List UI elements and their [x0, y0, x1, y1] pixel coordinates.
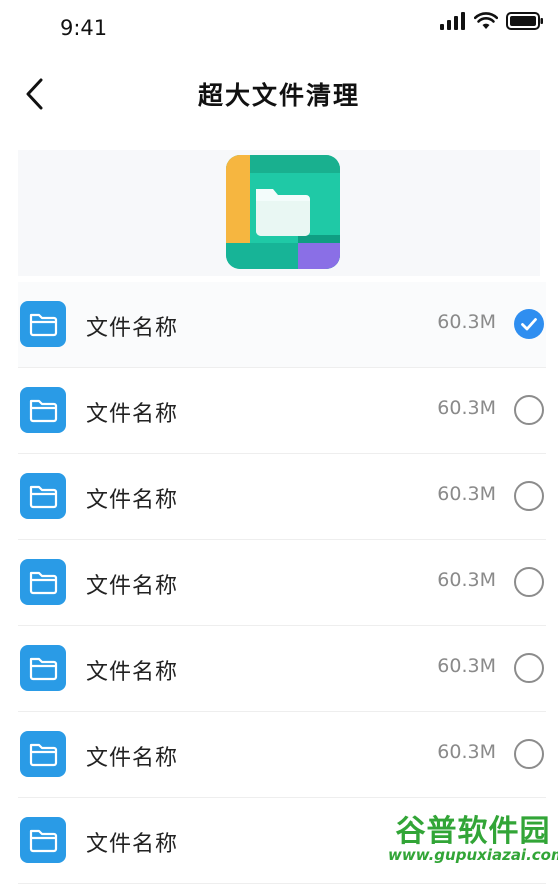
file-row[interactable]: 文件名称 60.3M: [18, 626, 546, 712]
unchecked-icon[interactable]: [514, 653, 544, 683]
file-name: 文件名称: [86, 402, 179, 427]
unchecked-icon[interactable]: [514, 739, 544, 769]
status-time: 9:41: [60, 16, 108, 40]
nav-bar: 超大文件清理: [0, 62, 558, 126]
file-name: 文件名称: [86, 488, 179, 513]
folder-icon: [20, 387, 66, 433]
file-list: 文件名称 60.3M 文件名称 60.3M 文件名称 60.3M 文件名称 60…: [0, 282, 558, 884]
file-name: 文件名称: [86, 574, 179, 599]
file-row[interactable]: 文件名称 60.3M: [18, 368, 546, 454]
unchecked-icon[interactable]: [514, 395, 544, 425]
status-bar: 9:41: [0, 0, 558, 56]
watermark-title: 谷普软件园: [395, 814, 551, 849]
file-name: 文件名称: [86, 746, 179, 771]
checked-icon[interactable]: [514, 309, 544, 339]
folder-icon: [20, 817, 66, 863]
file-size: 60.3M: [437, 483, 496, 505]
file-row[interactable]: 文件名称 60.3M: [18, 454, 546, 540]
file-size: 60.3M: [437, 655, 496, 677]
file-size: 60.3M: [437, 569, 496, 591]
unchecked-icon[interactable]: [514, 567, 544, 597]
folder-icon: [20, 473, 66, 519]
folder-app-icon: [226, 155, 340, 269]
watermark: 谷普软件园 www.gupuxiazai.com: [388, 802, 558, 872]
watermark-url: www.gupuxiazai.com: [388, 846, 558, 864]
hero-banner: [18, 150, 540, 276]
file-row[interactable]: 文件名称 60.3M: [18, 282, 546, 368]
file-size: 60.3M: [437, 397, 496, 419]
battery-icon: [506, 12, 543, 30]
file-name: 文件名称: [86, 316, 179, 341]
page-title: 超大文件清理: [197, 81, 360, 110]
file-row[interactable]: 文件名称 60.3M: [18, 540, 546, 626]
wifi-icon: [474, 12, 498, 29]
folder-icon: [20, 645, 66, 691]
file-row[interactable]: 文件名称 60.3M: [18, 712, 546, 798]
folder-icon: [20, 731, 66, 777]
status-icons: [440, 12, 544, 30]
folder-icon: [20, 559, 66, 605]
unchecked-icon[interactable]: [514, 481, 544, 511]
file-name: 文件名称: [86, 832, 179, 857]
folder-icon: [20, 301, 66, 347]
file-size: 60.3M: [437, 741, 496, 763]
file-name: 文件名称: [86, 660, 179, 685]
signal-icon: [440, 12, 465, 30]
file-size: 60.3M: [437, 311, 496, 333]
